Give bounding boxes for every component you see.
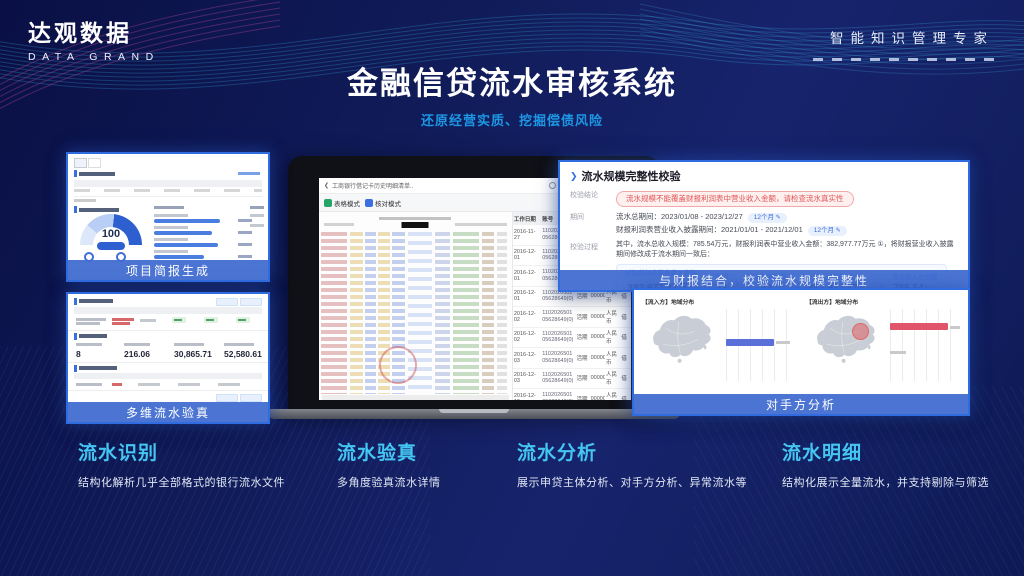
score-value: 100 [80,228,142,240]
laptop-base [268,409,680,419]
report-caption: 项目简报生成 [68,260,268,280]
feature-item: 流水分析 展示申贷主体分析、对手方分析、异常流水等 [517,438,747,490]
hotspot-marker [852,323,869,340]
process-text: 其中，流水总收入规模：785.54万元，财报利润表中营业收入金额：382,977… [616,240,958,261]
period-lines: 流水总期间：2023/01/08 - 2023/12/2712个月 ✎ 财报利润… [616,210,847,237]
feature-list: 流水识别 结构化解析几乎全部格式的银行流水文件 流水验真 多角度验真流水详情 流… [0,438,1024,508]
inflow-chart: 【流入方】地域分布 [642,297,798,381]
period-tag[interactable]: 12个月 ✎ [808,226,847,236]
redaction-box [402,222,429,228]
china-map [806,309,886,371]
pass-badge [204,317,218,323]
pass-badge [236,317,250,323]
stat-value: 52,580.61 [224,349,262,359]
compare-mode-icon [365,199,373,207]
period-label: 期间 [570,210,616,222]
outflow-title: 【流出方】地域分布 [806,297,962,306]
compare-mode-button[interactable]: 核对模式 [365,198,401,208]
inflow-bar [726,339,774,346]
zoom-out-icon[interactable] [549,182,556,189]
page-title: 金融信贷流水审核系统 [0,58,1024,103]
feature-description: 结构化解析几乎全部格式的银行流水文件 [78,474,285,490]
feature-title: 流水分析 [517,438,747,465]
inflow-title: 【流入方】地域分布 [642,297,798,306]
outflow-bar [890,323,948,330]
header-cell: 工作日期 [513,215,541,223]
china-map [642,309,722,371]
feature-description: 多角度验真流水详情 [337,474,441,490]
integrity-caption: 与财报结合，校验流水规模完整性 [560,270,968,290]
counterparty-caption: 对手方分析 [634,394,968,414]
integrity-title: 流水规模完整性校验 [582,168,681,184]
table-row[interactable]: 2016-12-10 1102026501 05628649(0) 活期 000… [513,389,631,400]
scanned-statement [319,212,513,400]
integrity-title-row: ❯ 流水规模完整性校验 [570,168,958,184]
page-subtitle: 还原经营实质、挖掘偿债风险 [0,110,1024,129]
edit-icon: ✎ [836,228,841,234]
feature-item: 流水验真 多角度验真流水详情 [337,438,441,490]
pass-badge [172,317,186,323]
document-title: 工商银行借记卡历史明细清单.. [332,181,413,190]
feature-title: 流水明细 [782,438,989,465]
outflow-chart: 【流出方】地域分布 [806,297,962,381]
feature-description: 结构化展示全量流水，并支持剔除与筛选 [782,474,989,490]
score-pill [97,242,125,250]
feature-item: 流水明细 结构化展示全量流水，并支持剔除与筛选 [782,438,989,490]
brand-tagline-block: 智能知识管理专家 [813,27,994,61]
brand-tagline: 智能知识管理专家 [813,27,994,47]
period-tag[interactable]: 12个月 ✎ [748,213,787,223]
stat-value: 8 [76,349,81,359]
counterparty-panel: 【流入方】地域分布 【流出方】地域分布 [632,288,970,416]
table-row[interactable]: 2016-12-03 1102026501 05628649(0) 活期 000… [513,348,631,369]
conclusion-label: 校验结论 [570,188,616,200]
slide: 达观数据 DATA GRAND 智能知识管理专家 金融信贷流水审核系统 还原经营… [0,0,1024,576]
stat-value: 216.06 [124,349,150,359]
table-mode-label: 表格模式 [334,198,360,208]
chevron-right-icon: ❯ [570,171,578,182]
edit-icon: ✎ [776,215,781,221]
feature-description: 展示申贷主体分析、对手方分析、异常流水等 [517,474,747,490]
compare-mode-label: 核对模式 [375,198,401,208]
table-mode-button[interactable]: 表格模式 [324,198,360,208]
process-label: 校验过程 [570,240,616,252]
feature-item: 流水识别 结构化解析几乎全部格式的银行流水文件 [78,438,285,490]
report-panel: 100 项目简报生成 [66,152,270,282]
back-chevron-icon[interactable]: ❮ [324,182,329,189]
table-row[interactable]: 2016-12-02 1102026501 05628649(0) 活期 000… [513,307,631,328]
table-row[interactable]: 2016-12-03 1102026501 05628649(0) 活期 000… [513,369,631,390]
stat-value: 30,865.71 [174,349,212,359]
brand-logo: 达观数据 DATA GRAND [28,14,160,63]
conclusion-alert: 流水规模不能覆盖财报利润表中营业收入金额，请检查流水真实性 [616,191,854,207]
inflow-bar-chart [726,309,798,381]
verify-caption: 多维流水验真 [68,402,268,422]
table-mode-icon [324,199,332,207]
feature-title: 流水识别 [78,438,285,465]
feature-title: 流水验真 [337,438,441,465]
verify-panel: 8 216.06 30,865.71 52,580.61 多维流水验真 [66,292,270,424]
outflow-bar-chart [890,309,962,381]
table-row[interactable]: 2016-12-02 1102026501 05628649(0) 活期 000… [513,328,631,349]
integrity-panel: ❯ 流水规模完整性校验 校验结论 流水规模不能覆盖财报利润表中营业收入金额，请检… [558,160,970,292]
brand-logo-cn: 达观数据 [28,14,160,48]
